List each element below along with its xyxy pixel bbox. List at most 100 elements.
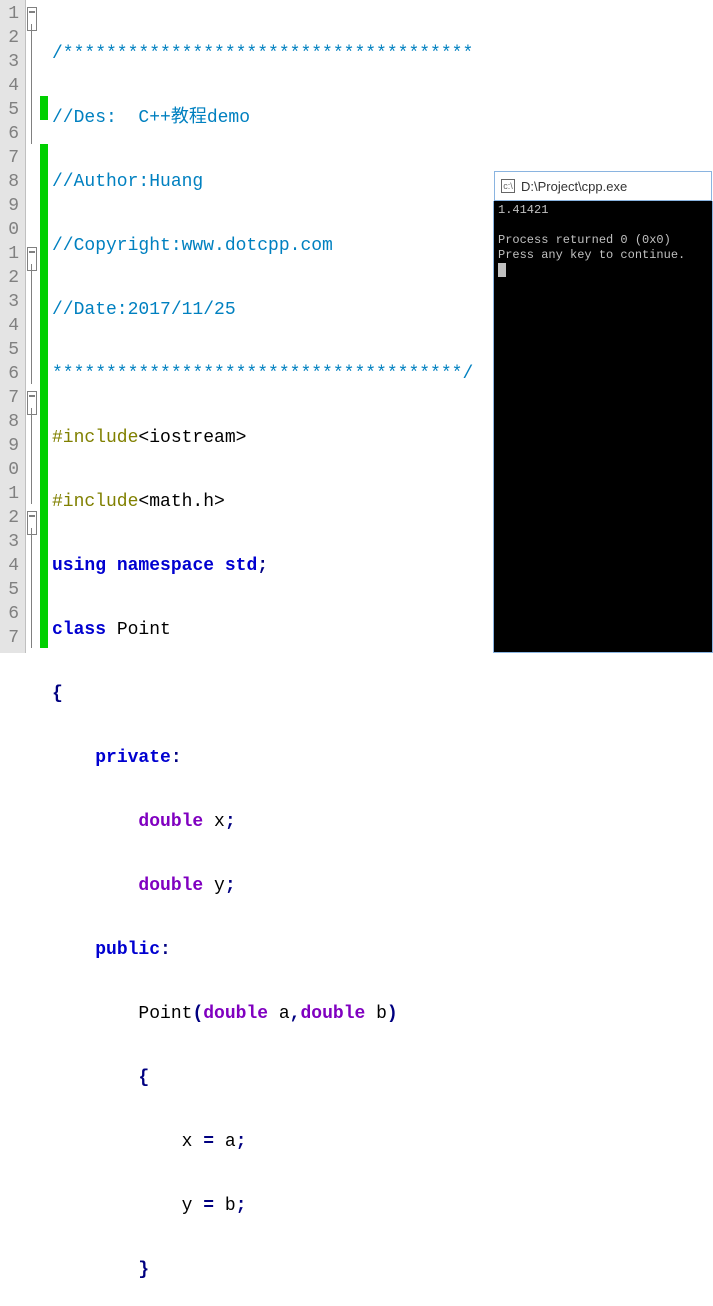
line-number: 4: [4, 314, 19, 338]
change-marker: [40, 0, 48, 24]
line-number: 6: [4, 362, 19, 386]
fold-guide: [31, 624, 32, 648]
fold-cell[interactable]: [26, 528, 40, 552]
change-marker: [40, 24, 48, 48]
line-number: 0: [4, 458, 19, 482]
console-cursor: [498, 263, 506, 277]
fold-guide: [31, 96, 32, 120]
fold-guide: [31, 72, 32, 96]
fold-cell[interactable]: [26, 624, 40, 648]
line-number: 7: [4, 146, 19, 170]
include-header: <iostream>: [138, 428, 246, 448]
line-number: 0: [4, 218, 19, 242]
comment-text: **************************************/: [52, 364, 473, 384]
line-number: 8: [4, 170, 19, 194]
change-marker: [40, 504, 48, 528]
identifier: y: [182, 1196, 204, 1216]
fold-cell[interactable]: [26, 240, 40, 264]
fold-guide: [31, 288, 32, 312]
fold-cell[interactable]: [26, 288, 40, 312]
console-app-icon: c:\: [501, 179, 515, 193]
fold-guide: [31, 24, 32, 48]
line-number: 5: [4, 578, 19, 602]
comment-text: //Author:Huang: [52, 172, 203, 192]
change-marker: [40, 432, 48, 456]
line-number: 3: [4, 530, 19, 554]
keyword: using: [52, 556, 106, 576]
brace: }: [138, 1260, 149, 1280]
fold-cell[interactable]: [26, 120, 40, 144]
fold-guide: [31, 48, 32, 72]
line-number: 5: [4, 338, 19, 362]
fold-cell[interactable]: [26, 24, 40, 48]
fold-guide: [31, 120, 32, 144]
fold-cell[interactable]: [26, 264, 40, 288]
punct: ;: [225, 812, 236, 832]
change-marker: [40, 216, 48, 240]
line-number: 5: [4, 98, 19, 122]
fold-cell[interactable]: [26, 432, 40, 456]
change-marker: [40, 264, 48, 288]
fold-cell[interactable]: [26, 192, 40, 216]
change-marker: [40, 336, 48, 360]
punct: ): [387, 1004, 398, 1024]
fold-guide: [31, 552, 32, 576]
fold-cell[interactable]: [26, 168, 40, 192]
change-marker: [40, 528, 48, 552]
punct: ;: [236, 1196, 247, 1216]
change-marker: [40, 456, 48, 480]
fold-guide: [31, 312, 32, 336]
punct: ;: [257, 556, 268, 576]
console-line: 1.41421: [498, 203, 548, 217]
punct: :: [171, 748, 182, 768]
line-number: 1: [4, 242, 19, 266]
fold-cell[interactable]: [26, 0, 40, 24]
fold-cell[interactable]: [26, 96, 40, 120]
change-marker: [40, 240, 48, 264]
line-number: 3: [4, 50, 19, 74]
brace: {: [52, 684, 63, 704]
line-number: 9: [4, 434, 19, 458]
fold-cell[interactable]: [26, 216, 40, 240]
fold-cell[interactable]: [26, 552, 40, 576]
fold-cell[interactable]: [26, 72, 40, 96]
identifier: y: [203, 876, 225, 896]
change-marker: [40, 96, 48, 120]
change-marker: [40, 552, 48, 576]
fold-cell[interactable]: [26, 504, 40, 528]
line-number: 2: [4, 266, 19, 290]
fold-cell[interactable]: [26, 576, 40, 600]
punct: ;: [236, 1132, 247, 1152]
identifier: a: [268, 1004, 290, 1024]
fold-cell[interactable]: [26, 312, 40, 336]
fold-guide: [31, 432, 32, 456]
console-window[interactable]: c:\ D:\Project\cpp.exe 1.41421 Process r…: [493, 201, 713, 653]
change-marker: [40, 144, 48, 168]
fold-cell[interactable]: [26, 456, 40, 480]
line-number: 8: [4, 410, 19, 434]
identifier: b: [214, 1196, 236, 1216]
change-marker: [40, 408, 48, 432]
line-number: 1: [4, 482, 19, 506]
keyword: public: [95, 940, 160, 960]
fold-column[interactable]: [26, 0, 40, 653]
fold-cell[interactable]: [26, 480, 40, 504]
fold-cell[interactable]: [26, 144, 40, 168]
fold-cell[interactable]: [26, 48, 40, 72]
fold-cell[interactable]: [26, 408, 40, 432]
comment-text: //Des: C++教程demo: [52, 108, 250, 128]
line-number: 2: [4, 26, 19, 50]
fold-guide: [31, 360, 32, 384]
line-number-gutter: 123456789012345678901234567: [0, 0, 26, 653]
line-number: 7: [4, 386, 19, 410]
fold-cell[interactable]: [26, 336, 40, 360]
fold-cell[interactable]: [26, 384, 40, 408]
console-titlebar[interactable]: c:\ D:\Project\cpp.exe: [494, 171, 712, 201]
fold-cell[interactable]: [26, 360, 40, 384]
include-header: <math.h>: [138, 492, 224, 512]
keyword: class: [52, 620, 106, 640]
line-number: 1: [4, 2, 19, 26]
keyword: namespace: [117, 556, 214, 576]
fold-cell[interactable]: [26, 600, 40, 624]
change-marker: [40, 192, 48, 216]
